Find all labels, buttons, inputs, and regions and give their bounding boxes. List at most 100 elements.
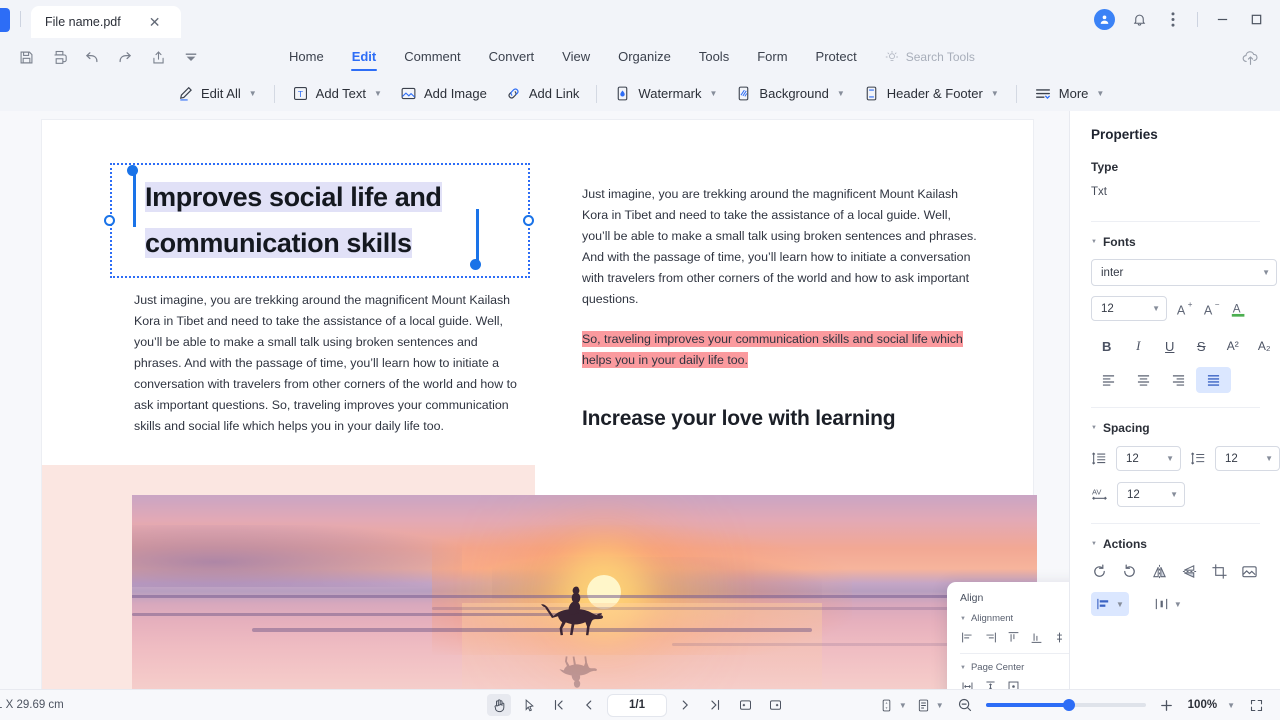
font-family-select[interactable]: inter ▼ bbox=[1091, 259, 1277, 286]
prev-page-button[interactable] bbox=[577, 694, 601, 716]
chevron-down-icon[interactable]: ▼ bbox=[1091, 541, 1097, 547]
selection-handle-end[interactable] bbox=[470, 259, 481, 270]
more-button[interactable]: More ▼ bbox=[1025, 82, 1114, 106]
spacing-section-header[interactable]: ▼ Spacing bbox=[1091, 421, 1280, 435]
chevron-down-icon[interactable]: ▼ bbox=[1170, 490, 1178, 499]
chevron-down-icon[interactable]: ▼ bbox=[1262, 268, 1270, 277]
document-canvas[interactable]: Improves social life and communication s… bbox=[0, 111, 1069, 689]
page-indicator[interactable]: 1/1 bbox=[607, 693, 667, 717]
select-tool-button[interactable] bbox=[517, 694, 541, 716]
save-icon[interactable] bbox=[16, 47, 36, 67]
highlighted-paragraph[interactable]: So, traveling improves your communicatio… bbox=[582, 329, 977, 371]
align-top-icon[interactable] bbox=[1007, 631, 1020, 644]
search-tools[interactable]: Search Tools bbox=[885, 50, 975, 64]
more-dropdown-icon[interactable] bbox=[181, 47, 201, 67]
background-button[interactable]: Background ▼ bbox=[726, 82, 853, 105]
align-left-icon[interactable] bbox=[961, 631, 974, 644]
page-center-horizontal-icon[interactable] bbox=[961, 680, 974, 689]
undo-icon[interactable] bbox=[82, 47, 102, 67]
rotate-left-icon[interactable] bbox=[1091, 563, 1108, 580]
pdf-page[interactable]: Improves social life and communication s… bbox=[42, 120, 1069, 689]
close-icon[interactable]: ✕ bbox=[149, 15, 161, 29]
maximize-icon[interactable] bbox=[1246, 10, 1266, 30]
zoom-slider[interactable] bbox=[985, 699, 1146, 711]
chevron-down-icon[interactable]: ▼ bbox=[1091, 425, 1097, 431]
italic-button[interactable]: I bbox=[1123, 333, 1155, 359]
add-image-button[interactable]: Add Image bbox=[391, 82, 496, 105]
watermark-button[interactable]: Watermark ▼ bbox=[605, 82, 726, 105]
resize-handle-left[interactable] bbox=[104, 215, 115, 226]
align-vertical-center-icon[interactable] bbox=[1053, 631, 1066, 644]
chevron-down-icon[interactable]: ▼ bbox=[374, 89, 382, 98]
bold-button[interactable]: B bbox=[1091, 333, 1123, 359]
chevron-down-icon[interactable]: ▼ bbox=[1265, 454, 1273, 463]
tab-home[interactable]: Home bbox=[275, 46, 338, 68]
sunset-beach-horse-rider-photo[interactable] bbox=[132, 495, 1037, 689]
redo-icon[interactable] bbox=[115, 47, 135, 67]
avatar[interactable] bbox=[1094, 9, 1115, 30]
align-objects-dropdown[interactable]: ▼ bbox=[1091, 592, 1129, 616]
chevron-down-icon[interactable]: ▼ bbox=[1166, 454, 1174, 463]
increase-font-size-icon[interactable]: A + bbox=[1176, 300, 1194, 318]
flip-horizontal-icon[interactable] bbox=[1151, 563, 1168, 580]
fonts-section-header[interactable]: ▼ Fonts bbox=[1091, 235, 1280, 249]
next-page-button[interactable] bbox=[673, 694, 697, 716]
hand-tool-button[interactable] bbox=[487, 694, 511, 716]
heading-text[interactable]: Improves social life and communication s… bbox=[145, 174, 513, 266]
share-icon[interactable] bbox=[148, 47, 168, 67]
chevron-down-icon[interactable]: ▼ bbox=[1091, 239, 1097, 245]
page-layout-dropdown[interactable]: ▼ bbox=[916, 694, 944, 716]
tab-tools[interactable]: Tools bbox=[685, 46, 743, 68]
last-page-button[interactable] bbox=[703, 694, 727, 716]
chevron-down-icon[interactable]: ▼ bbox=[1096, 89, 1104, 98]
selection-handle-start[interactable] bbox=[127, 165, 138, 176]
single-page-view-button[interactable] bbox=[733, 694, 757, 716]
align-right-button[interactable] bbox=[1161, 367, 1196, 393]
kebab-menu-icon[interactable] bbox=[1163, 10, 1183, 30]
chevron-down-icon[interactable]: ▼ bbox=[899, 701, 907, 710]
font-size-select[interactable]: 12 ▼ bbox=[1091, 296, 1167, 321]
tab-edit[interactable]: Edit bbox=[338, 46, 391, 68]
cloud-upload-icon[interactable] bbox=[1241, 48, 1280, 67]
align-bottom-icon[interactable] bbox=[1030, 631, 1043, 644]
bell-icon[interactable] bbox=[1129, 10, 1149, 30]
chevron-down-icon[interactable]: ▼ bbox=[960, 665, 966, 671]
header-footer-button[interactable]: Header & Footer ▼ bbox=[854, 82, 1008, 105]
crop-icon[interactable] bbox=[1211, 563, 1228, 580]
align-right-icon[interactable] bbox=[984, 631, 997, 644]
actions-section-header[interactable]: ▼ Actions bbox=[1091, 537, 1280, 551]
zoom-in-button[interactable] bbox=[1155, 694, 1179, 716]
fullscreen-button[interactable] bbox=[1244, 694, 1268, 716]
document-tab[interactable]: File name.pdf ✕ bbox=[31, 6, 181, 38]
align-section-page-center[interactable]: ▼ Page Center bbox=[960, 662, 1069, 673]
align-left-button[interactable] bbox=[1091, 367, 1126, 393]
align-section-alignment[interactable]: ▼ Alignment bbox=[960, 613, 1069, 624]
font-color-icon[interactable]: A bbox=[1230, 300, 1248, 318]
page-center-both-icon[interactable] bbox=[1007, 680, 1020, 689]
tab-protect[interactable]: Protect bbox=[802, 46, 871, 68]
decrease-font-size-icon[interactable]: A − bbox=[1203, 300, 1221, 318]
tab-organize[interactable]: Organize bbox=[604, 46, 685, 68]
print-icon[interactable] bbox=[49, 47, 69, 67]
chevron-down-icon[interactable]: ▼ bbox=[1174, 600, 1182, 609]
chevron-down-icon[interactable]: ▼ bbox=[936, 701, 944, 710]
flip-vertical-icon[interactable] bbox=[1181, 563, 1198, 580]
chevron-down-icon[interactable]: ▼ bbox=[1116, 600, 1124, 609]
align-center-button[interactable] bbox=[1126, 367, 1161, 393]
chevron-down-icon[interactable]: ▼ bbox=[960, 616, 966, 622]
chevron-down-icon[interactable]: ▼ bbox=[837, 89, 845, 98]
tab-view[interactable]: View bbox=[548, 46, 604, 68]
minimize-icon[interactable] bbox=[1212, 10, 1232, 30]
first-page-button[interactable] bbox=[547, 694, 571, 716]
left-paragraph[interactable]: Just imagine, you are trekking around th… bbox=[134, 290, 524, 437]
right-paragraph[interactable]: Just imagine, you are trekking around th… bbox=[582, 184, 977, 310]
chevron-down-icon[interactable]: ▼ bbox=[1152, 304, 1160, 313]
selected-text-box[interactable]: Improves social life and communication s… bbox=[104, 163, 534, 278]
tab-form[interactable]: Form bbox=[743, 46, 801, 68]
subscript-button[interactable]: A₂ bbox=[1249, 333, 1280, 359]
superscript-button[interactable]: A² bbox=[1217, 333, 1249, 359]
paragraph-spacing-select[interactable]: 12 ▼ bbox=[1215, 446, 1280, 471]
tab-comment[interactable]: Comment bbox=[390, 46, 474, 68]
chevron-down-icon[interactable]: ▼ bbox=[249, 89, 257, 98]
zoom-slider-handle[interactable] bbox=[1062, 699, 1075, 711]
